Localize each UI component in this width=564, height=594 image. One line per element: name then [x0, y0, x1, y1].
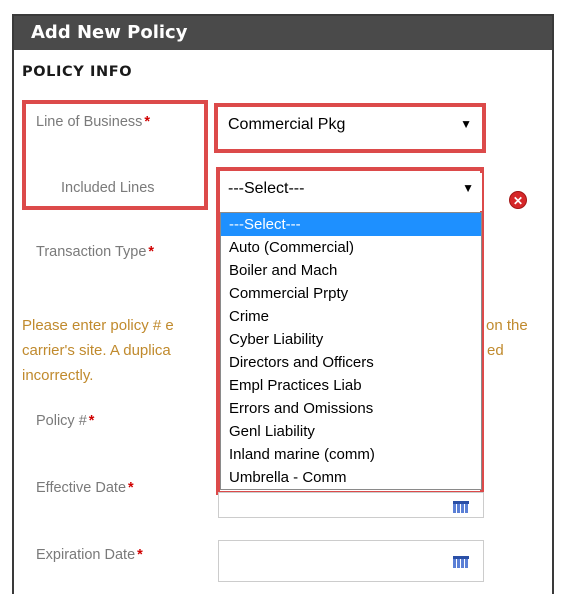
line-of-business-label: Line of Business * [36, 114, 151, 130]
dropdown-option[interactable]: Commercial Prpty [221, 282, 481, 305]
dropdown-option[interactable]: Errors and Omissions [221, 397, 481, 420]
included-lines-label: Included Lines [61, 180, 155, 196]
included-lines-select[interactable]: ---Select--- ▼ [220, 173, 482, 211]
warning-line-3: incorrectly. [22, 367, 94, 384]
expiration-date-label: Expiration Date * [36, 547, 143, 563]
transaction-type-label: Transaction Type * [36, 244, 155, 260]
chevron-down-icon: ▼ [460, 117, 472, 131]
expiration-date-input[interactable] [218, 540, 484, 582]
included-lines-value: ---Select--- [228, 180, 305, 197]
section-title: POLICY INFO [22, 64, 133, 80]
chevron-down-icon: ▼ [462, 181, 474, 195]
calendar-icon[interactable] [453, 501, 469, 513]
dropdown-option[interactable]: Genl Liability [221, 420, 481, 443]
line-of-business-select[interactable]: Commercial Pkg ▼ [220, 109, 480, 147]
warning-text: Please enter policy # e on the carrier's… [22, 313, 542, 388]
warning-line-1: Please enter policy # e on the [22, 317, 528, 334]
effective-date-input[interactable] [218, 492, 484, 518]
remove-icon[interactable]: ✕ [509, 191, 527, 209]
policy-number-label: Policy # * [36, 413, 95, 429]
dropdown-option[interactable]: Inland marine (comm) [221, 443, 481, 466]
dropdown-option[interactable]: Auto (Commercial) [221, 236, 481, 259]
effective-date-label: Effective Date * [36, 480, 134, 496]
dropdown-option[interactable]: ---Select--- [221, 213, 481, 236]
line-of-business-value: Commercial Pkg [228, 116, 346, 133]
calendar-icon[interactable] [453, 556, 469, 568]
dropdown-option[interactable]: Boiler and Mach [221, 259, 481, 282]
dropdown-option[interactable]: Umbrella - Comm [221, 466, 481, 489]
dialog-title: Add New Policy [14, 16, 552, 50]
warning-line-2: carrier's site. A duplica ed [22, 342, 504, 359]
